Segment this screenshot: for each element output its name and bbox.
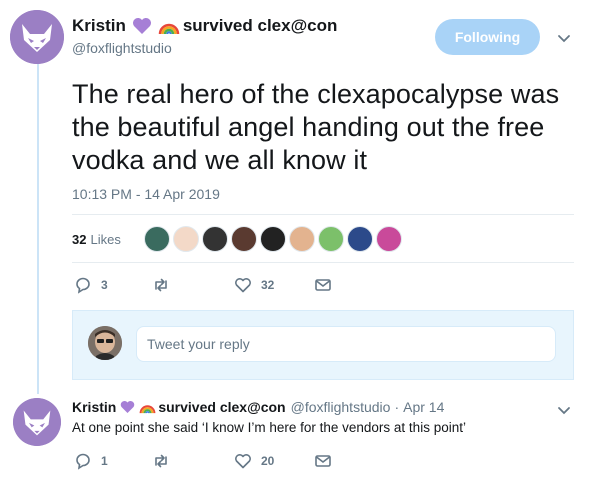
author-handle[interactable]: @foxflightstudio: [72, 40, 172, 56]
chevron-down-icon[interactable]: [556, 402, 572, 418]
liker-avatars: [144, 226, 405, 252]
liker-avatar[interactable]: [376, 226, 402, 252]
reply-author-handle: @foxflightstudio: [290, 399, 391, 415]
author-name[interactable]: Kristin survived clex@con: [72, 16, 337, 36]
likes-label: Likes: [90, 231, 121, 247]
liker-avatar[interactable]: [202, 226, 228, 252]
heart-icon: [235, 454, 251, 469]
liker-avatar[interactable]: [289, 226, 315, 252]
reply-author-avatar[interactable]: [13, 398, 61, 446]
liker-avatar[interactable]: [231, 226, 257, 252]
following-button[interactable]: Following: [435, 19, 540, 55]
retweet-action[interactable]: [152, 452, 179, 470]
liker-avatar[interactable]: [347, 226, 373, 252]
rainbow-icon: [158, 17, 180, 35]
current-user-avatar: [88, 326, 122, 360]
heart-icon: [235, 278, 251, 293]
tweet-timestamp[interactable]: 10:13 PM - 14 Apr 2019: [72, 186, 220, 202]
rainbow-icon: [139, 400, 156, 414]
author-name-suffix: survived clex@con: [182, 16, 338, 35]
divider: [72, 214, 574, 215]
thread-connector-line: [37, 62, 39, 394]
reply-icon: [76, 453, 90, 470]
like-action[interactable]: 32: [234, 276, 274, 294]
retweet-icon: [155, 454, 167, 468]
fox-logo-icon: [13, 398, 61, 446]
envelope-icon: [315, 455, 331, 467]
reply-count: 1: [101, 454, 108, 468]
like-action[interactable]: 20: [234, 452, 274, 470]
like-count: 20: [261, 454, 275, 468]
like-count: 32: [261, 278, 275, 292]
envelope-icon: [315, 279, 331, 291]
likes-summary[interactable]: 32 Likes: [72, 225, 121, 253]
divider: [72, 262, 574, 263]
liker-avatar[interactable]: [144, 226, 170, 252]
reply-text: At one point she said ‘I know I’m here f…: [72, 420, 466, 435]
reply-icon: [76, 277, 90, 294]
separator-dot: ·: [394, 399, 400, 415]
author-avatar[interactable]: [10, 10, 64, 64]
reply-action[interactable]: 1: [74, 452, 108, 470]
reply-input[interactable]: Tweet your reply: [136, 326, 556, 362]
author-display-name: Kristin: [72, 16, 126, 35]
liker-avatar[interactable]: [318, 226, 344, 252]
liker-avatar[interactable]: [260, 226, 286, 252]
reply-author-name-suffix: survived clex@con: [158, 399, 286, 415]
reply-count: 3: [101, 278, 108, 292]
reply-author-header[interactable]: Kristin survived clex@con @foxflightstud…: [72, 399, 444, 415]
reply-action[interactable]: 3: [74, 276, 108, 294]
direct-message-action[interactable]: [314, 452, 332, 470]
reply-author-name: Kristin: [72, 399, 117, 415]
tweet-text: The real hero of the clexapocalypse was …: [72, 79, 560, 175]
fox-logo-icon: [10, 10, 64, 64]
direct-message-action[interactable]: [314, 276, 332, 294]
retweet-icon: [155, 278, 167, 292]
liker-avatar[interactable]: [173, 226, 199, 252]
chevron-down-icon[interactable]: [556, 30, 572, 46]
purple-heart-icon: [120, 400, 135, 414]
purple-heart-icon: [132, 17, 152, 35]
retweet-action[interactable]: [152, 276, 179, 294]
reply-date[interactable]: Apr 14: [403, 399, 444, 415]
likes-count: 32: [72, 231, 87, 247]
